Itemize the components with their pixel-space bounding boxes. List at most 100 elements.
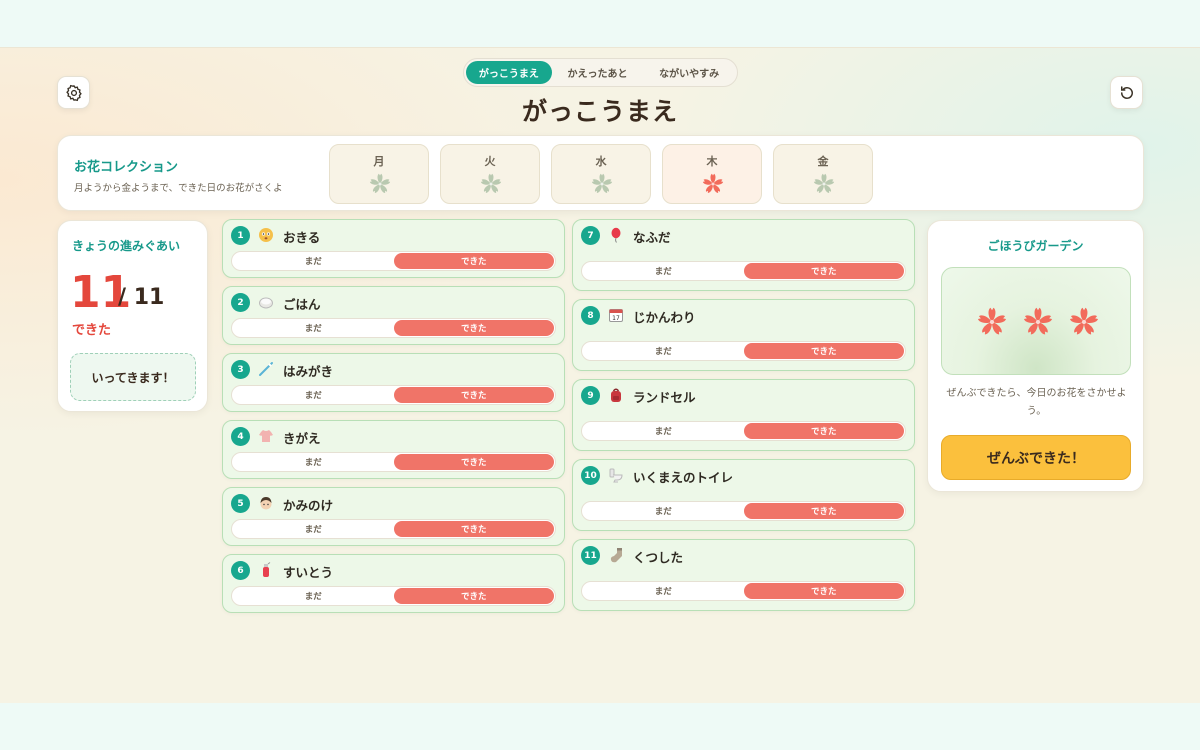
reward-garden: ごほうびガーデン ぜんぶできたら、今日のお花をさかせよう。 ぜんぶできた！ [927,220,1144,492]
toilet-icon [607,466,625,484]
face-icon [257,226,275,244]
done-option[interactable]: できた [743,503,904,519]
task-number: 5 [231,494,250,513]
task-card: 4 きがえ まだ できた [222,420,565,479]
done-option[interactable]: できた [743,343,904,359]
day-label: 火 [484,155,496,168]
tab-after-school[interactable]: かえったあと [552,61,644,84]
task-card: 6 すいとうまだ できた [222,554,565,613]
garden-flower-icon [1069,307,1099,335]
day-label: 水 [595,155,607,168]
day-slot: 火 [440,144,540,204]
task-number: 1 [231,226,250,245]
not-yet-option[interactable]: まだ [583,423,744,439]
task-toggle: まだ できた [231,452,556,472]
task-toggle: まだ できた [581,341,906,361]
done-option[interactable]: できた [393,387,554,403]
flower-collection: お花コレクション 月ようから金ようまで、できた日のお花がさくよ 月 火 水 木 金 [57,135,1144,211]
task-card: 8 17 じかんわり まだ できた [572,299,915,371]
hair-icon [257,494,275,512]
sock-icon [607,546,625,564]
task-toggle: まだ できた [231,385,556,405]
task-label: すいとう [283,565,334,580]
task-card: 10 いくまえのトイレまだ できた [572,459,915,531]
garden-flower-icon [977,307,1007,335]
done-option[interactable]: できた [393,454,554,470]
done-label: できた [72,323,112,338]
page-title: がっこうまえ [521,97,678,126]
task-toggle: まだ できた [231,519,556,539]
task-toggle: まだ できた [231,586,556,606]
task-label: くつした [633,550,684,565]
task-number: 10 [581,466,600,485]
task-number: 7 [581,226,600,245]
all-done-button[interactable]: ぜんぶできた！ [941,435,1131,480]
not-yet-option[interactable]: まだ [233,454,394,470]
not-yet-option[interactable]: まだ [233,320,394,336]
task-label: ごはん [283,297,321,312]
flower-icon [369,173,391,193]
done-option[interactable]: できた [743,583,904,599]
done-option[interactable]: できた [393,253,554,269]
balloon-icon [607,226,625,244]
task-label: かみのけ [283,498,334,513]
task-label: いくまえのトイレ [633,470,734,485]
shirt-icon [257,427,275,445]
routine-tabs: がっこうまえ かえったあと ながいやすみ [463,58,738,87]
not-yet-option[interactable]: まだ [233,387,394,403]
task-card: 11 くつしたまだ できた [572,539,915,611]
task-label: なふだ [633,230,671,245]
not-yet-option[interactable]: まだ [233,253,394,269]
flower-icon [813,173,835,193]
day-slot: 水 [551,144,651,204]
done-option[interactable]: できた [393,521,554,537]
task-number: 9 [581,386,600,405]
task-label: ランドセル [633,390,696,405]
done-option[interactable]: できた [393,320,554,336]
done-option[interactable]: できた [393,588,554,604]
flower-icon [702,173,724,193]
not-yet-option[interactable]: まだ [583,583,744,599]
calendar-icon: 17 [607,306,625,324]
tab-long-holiday[interactable]: ながいやすみ [643,61,735,84]
day-label: 月 [373,155,385,168]
task-card: 9 ランドセルまだ できた [572,379,915,451]
task-card: 5 かみのけまだ できた [222,487,565,546]
backpack-icon [607,386,625,404]
task-number: 11 [581,546,600,565]
leave-button[interactable]: いってきます！ [70,353,196,401]
garden-text: ぜんぶできたら、今日のお花をさかせよう。 [946,388,1127,417]
not-yet-option[interactable]: まだ [233,588,394,604]
task-number: 3 [231,360,250,379]
total-count: / 11 [118,285,165,310]
progress-title: きょうの進みぐあい [72,239,181,253]
progress-card: きょうの進みぐあい 11 / 11 できた いってきます！ [57,220,208,412]
not-yet-option[interactable]: まだ [233,521,394,537]
garden-bed [941,267,1131,375]
tab-before-school[interactable]: がっこうまえ [466,61,552,84]
done-option[interactable]: できた [743,263,904,279]
task-toggle: まだ できた [231,251,556,271]
task-label: はみがき [283,364,334,379]
garden-flower-icon [1023,307,1053,335]
day-label: 木 [706,155,718,168]
day-slot: 月 [329,144,429,204]
done-option[interactable]: できた [743,423,904,439]
task-card: 1 おきる まだ できた [222,219,565,278]
task-label: きがえ [283,431,321,446]
task-toggle: まだ できた [581,261,906,281]
task-toggle: まだ できた [231,318,556,338]
collection-title: お花コレクション [74,160,179,175]
task-number: 8 [581,306,600,325]
not-yet-option[interactable]: まだ [583,263,744,279]
flower-icon [591,173,613,193]
task-card: 3 はみがきまだ できた [222,353,565,412]
task-number: 6 [231,561,250,580]
app-frame: がっこうまえ かえったあと ながいやすみ がっこうまえ お花コレクション 月よう… [0,47,1200,703]
rice-icon [257,293,275,311]
task-toggle: まだ できた [581,421,906,441]
not-yet-option[interactable]: まだ [583,343,744,359]
bottle-icon [257,561,275,579]
task-toggle: まだ できた [581,501,906,521]
not-yet-option[interactable]: まだ [583,503,744,519]
